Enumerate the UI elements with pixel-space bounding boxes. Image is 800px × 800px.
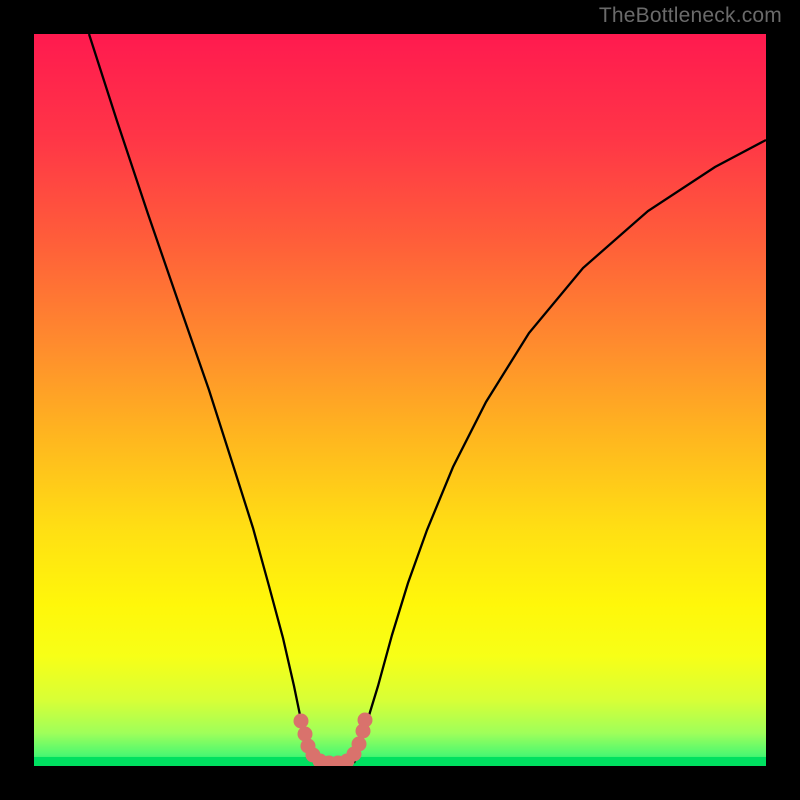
marker-dot [294, 714, 309, 729]
chart-svg [34, 34, 766, 766]
chart-container: TheBottleneck.com [0, 0, 800, 800]
marker-dot [358, 713, 373, 728]
green-band [34, 757, 766, 766]
plot-area [34, 34, 766, 766]
gradient-background [34, 34, 766, 766]
marker-dot [352, 737, 367, 752]
watermark-text: TheBottleneck.com [599, 4, 782, 28]
